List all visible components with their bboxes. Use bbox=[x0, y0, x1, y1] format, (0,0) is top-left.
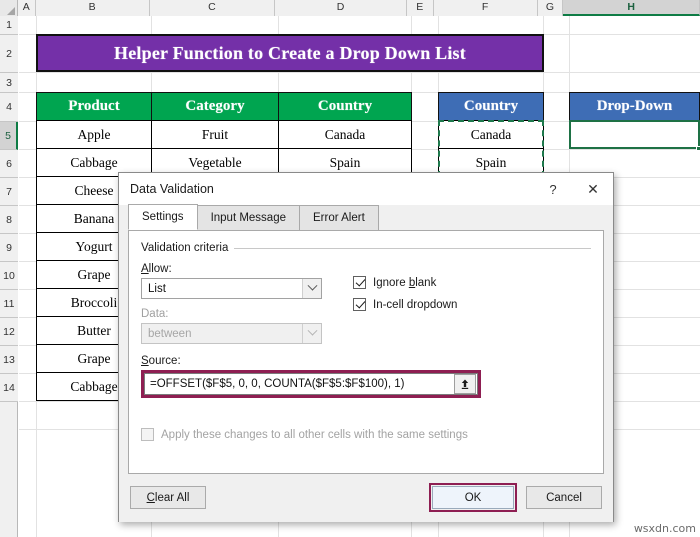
fill-handle[interactable] bbox=[696, 146, 700, 151]
row-header-1[interactable]: 1 bbox=[0, 16, 18, 35]
cancel-button[interactable]: Cancel bbox=[526, 486, 602, 509]
data-label: Data: bbox=[141, 308, 169, 320]
chevron-down-icon-data bbox=[302, 324, 321, 343]
dialog-footer: Clear All OK Cancel bbox=[119, 474, 613, 522]
cell-f5[interactable]: Canada bbox=[438, 120, 544, 149]
column-header-h[interactable]: H bbox=[563, 0, 700, 16]
criteria-row: Allow: List Data: between Ignore blank I… bbox=[141, 263, 591, 353]
cell-b5[interactable]: Apple bbox=[36, 120, 152, 149]
allow-select-value: List bbox=[148, 282, 166, 295]
range-select-icon[interactable] bbox=[454, 374, 476, 394]
in-cell-dropdown-label: In-cell dropdown bbox=[373, 298, 458, 311]
dialog-body: Settings Input Message Error Alert Valid… bbox=[119, 204, 613, 522]
criteria-left-column: Allow: List Data: between bbox=[141, 263, 337, 353]
validation-criteria-label: Validation criteria bbox=[141, 242, 229, 254]
column-header-e[interactable]: E bbox=[406, 0, 434, 16]
cell-c5[interactable]: Fruit bbox=[151, 120, 279, 149]
data-select-value: between bbox=[148, 327, 192, 340]
criteria-right-column: Ignore blank In-cell dropdown bbox=[337, 263, 457, 353]
column-header-g[interactable]: G bbox=[537, 0, 564, 16]
settings-panel: Validation criteria Allow: List Data: be… bbox=[128, 231, 604, 474]
clear-all-button[interactable]: Clear All bbox=[130, 486, 206, 509]
ignore-blank-row[interactable]: Ignore blank bbox=[353, 276, 457, 289]
ignore-blank-checkbox[interactable] bbox=[353, 276, 366, 289]
column-header-b[interactable]: B bbox=[35, 0, 150, 16]
row-header-14[interactable]: 14 bbox=[0, 374, 18, 402]
ok-button-highlight: OK bbox=[429, 483, 517, 512]
table-header-helper-country: Country bbox=[438, 92, 544, 121]
row-header-12[interactable]: 12 bbox=[0, 318, 18, 346]
close-icon[interactable]: ✕ bbox=[573, 174, 613, 205]
validation-criteria-legend: Validation criteria bbox=[141, 242, 591, 254]
row-header-8[interactable]: 8 bbox=[0, 206, 18, 234]
source-label: Source: bbox=[141, 355, 181, 367]
table-header-country: Country bbox=[278, 92, 412, 121]
select-all-corner[interactable] bbox=[0, 0, 18, 16]
table-header-dropdown: Drop-Down bbox=[569, 92, 700, 121]
chevron-down-icon[interactable] bbox=[302, 279, 321, 298]
tab-settings[interactable]: Settings bbox=[128, 204, 198, 230]
watermark: wsxdn.com bbox=[633, 522, 696, 535]
row-header-column: 1 2 3 4 5 6 7 8 9 10 11 12 13 14 bbox=[0, 16, 18, 537]
source-input[interactable]: =OFFSET($F$5, 0, 0, COUNTA($F$5:$F$100),… bbox=[144, 373, 478, 395]
column-header-row: A B C D E F G H bbox=[0, 0, 700, 16]
row-header-10[interactable]: 10 bbox=[0, 262, 18, 290]
source-highlight-frame: =OFFSET($F$5, 0, 0, COUNTA($F$5:$F$100),… bbox=[141, 370, 481, 398]
row-header-4[interactable]: 4 bbox=[0, 93, 18, 122]
in-cell-dropdown-checkbox[interactable] bbox=[353, 298, 366, 311]
source-input-value: =OFFSET($F$5, 0, 0, COUNTA($F$5:$F$100),… bbox=[150, 378, 405, 390]
data-select: between bbox=[141, 323, 322, 344]
cell-d5[interactable]: Canada bbox=[278, 120, 412, 149]
row-header-7[interactable]: 7 bbox=[0, 178, 18, 206]
active-cell-h5[interactable] bbox=[569, 120, 700, 149]
column-header-d[interactable]: D bbox=[275, 0, 407, 16]
dialog-title: Data Validation bbox=[130, 182, 214, 196]
apply-all-row: Apply these changes to all other cells w… bbox=[141, 428, 591, 441]
data-validation-dialog: Data Validation ? ✕ Settings Input Messa… bbox=[118, 172, 614, 522]
row-header-11[interactable]: 11 bbox=[0, 290, 18, 318]
column-header-c[interactable]: C bbox=[149, 0, 276, 16]
row-header-5[interactable]: 5 bbox=[0, 122, 18, 150]
dialog-tabstrip: Settings Input Message Error Alert bbox=[128, 204, 604, 231]
excel-screenshot: A B C D E F G H 1 2 3 4 5 6 7 8 9 10 11 … bbox=[0, 0, 700, 537]
legend-rule bbox=[234, 247, 591, 249]
column-header-a[interactable]: A bbox=[17, 0, 36, 16]
ignore-blank-label: Ignore blank bbox=[373, 276, 437, 289]
table-header-product: Product bbox=[36, 92, 152, 121]
column-header-f[interactable]: F bbox=[433, 0, 538, 16]
ok-button[interactable]: OK bbox=[432, 486, 514, 509]
title-banner: Helper Function to Create a Drop Down Li… bbox=[36, 34, 544, 72]
dialog-title-bar[interactable]: Data Validation ? ✕ bbox=[119, 173, 613, 205]
help-icon[interactable]: ? bbox=[533, 174, 573, 205]
row-header-3[interactable]: 3 bbox=[0, 73, 18, 93]
tab-error-alert[interactable]: Error Alert bbox=[299, 205, 379, 230]
row-header-13[interactable]: 13 bbox=[0, 346, 18, 374]
allow-select[interactable]: List bbox=[141, 278, 322, 299]
row-header-9[interactable]: 9 bbox=[0, 234, 18, 262]
row-header-6[interactable]: 6 bbox=[0, 150, 18, 178]
allow-label: Allow: bbox=[141, 263, 172, 275]
table-header-category: Category bbox=[151, 92, 279, 121]
row-header-2[interactable]: 2 bbox=[0, 35, 18, 73]
tab-input-message[interactable]: Input Message bbox=[196, 205, 300, 230]
apply-all-label: Apply these changes to all other cells w… bbox=[161, 428, 468, 441]
in-cell-dropdown-row[interactable]: In-cell dropdown bbox=[353, 298, 457, 311]
apply-all-checkbox bbox=[141, 428, 154, 441]
